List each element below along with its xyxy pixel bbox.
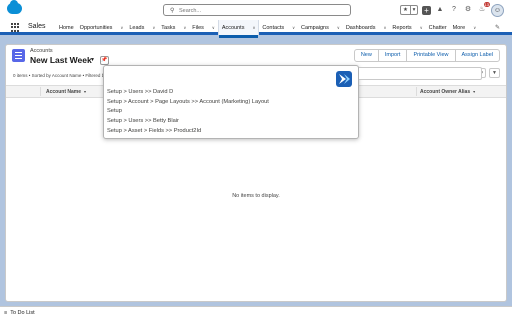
import-button[interactable]: Import (377, 50, 407, 61)
app-launcher-icon[interactable] (11, 23, 20, 32)
to-do-list-icon: ≡ (4, 310, 8, 316)
app-name: Sales (28, 23, 46, 30)
nav-item-label: Tasks (161, 24, 176, 31)
nav-item-tasks[interactable]: Tasks ∨ (158, 20, 189, 35)
column-menu-chevron-icon[interactable]: ▾ (473, 89, 475, 94)
nav-item-label: Chatter (428, 24, 447, 31)
popup-result-item[interactable]: Setup > Asset > Fields >> Product2Id (107, 127, 269, 137)
new-button[interactable]: New (355, 50, 378, 61)
setup-gear-icon[interactable]: ⚙ (463, 5, 473, 15)
popup-results-list: Setup > Users >> David D Setup > Account … (107, 88, 269, 137)
nav-item-label: Contacts (262, 24, 285, 31)
chevron-down-icon[interactable]: ∨ (420, 25, 423, 30)
search-icon: ⚲ (170, 8, 175, 14)
nav-item-label: Home (59, 24, 74, 31)
nav-item-accounts[interactable]: Accounts ∨ (217, 20, 260, 38)
nav-item-label: Files (192, 24, 204, 31)
edit-nav-pencil-icon[interactable]: ✎ (495, 24, 500, 31)
chevron-down-icon[interactable]: ∨ (183, 25, 186, 30)
popup-result-item[interactable]: Setup > Users >> Betty Blair (107, 117, 269, 127)
chevron-down-icon[interactable]: ∨ (292, 25, 295, 30)
global-search[interactable]: ⚲ (163, 4, 351, 16)
nav-item-label: More (452, 24, 466, 31)
nav-item-label: Campaigns (301, 24, 329, 31)
popup-result-item[interactable]: Setup > Account > Page Layouts >> Accoun… (107, 98, 269, 108)
popup-result-item[interactable]: Setup > Users >> David D (107, 88, 269, 98)
nav-item-leads[interactable]: Leads ∨ (126, 20, 158, 35)
nav-item-more[interactable]: More ∨ (450, 20, 479, 35)
notification-count-badge: 13 (483, 2, 490, 7)
chevron-down-icon[interactable]: ∨ (383, 25, 386, 30)
column-header-account-name[interactable]: Account Name ▾ (46, 86, 86, 97)
nav-items: Home Opportunities ∨ Leads ∨ Tasks ∨ Files ∨ Acco… (56, 20, 479, 38)
nav-item-contacts[interactable]: Contacts ∨ (259, 20, 298, 35)
list-view-name[interactable]: New Last Week (30, 55, 92, 65)
quick-search-popup: Setup > Users >> David D Setup > Account … (103, 65, 482, 139)
object-label: Accounts (30, 48, 53, 54)
assign-label-button[interactable]: Assign Label (454, 50, 499, 61)
notifications-bell-icon[interactable]: ♨ 13 (477, 2, 490, 15)
to-do-list-utility[interactable]: ≡ To Do List (4, 310, 35, 316)
extension-logo-icon[interactable] (336, 71, 352, 87)
empty-list-message: No items to display. (232, 193, 280, 199)
nav-item-label: Dashboards (345, 24, 376, 31)
utility-bar: ≡ To Do List (0, 306, 512, 320)
to-do-list-label: To Do List (10, 310, 35, 316)
accounts-object-icon (12, 49, 25, 62)
nav-item-home[interactable]: Home (56, 20, 77, 35)
salesforce-logo[interactable] (7, 0, 22, 14)
nav-item-dashboards[interactable]: Dashboards ∨ (343, 20, 390, 35)
sort-arrow-icon[interactable]: ▾ (84, 89, 86, 94)
chevron-down-icon[interactable]: ∨ (152, 25, 155, 30)
chevron-down-icon[interactable]: ∨ (212, 25, 215, 30)
user-avatar[interactable]: ☺ (491, 3, 504, 17)
nav-item-label: Opportunities (79, 24, 113, 31)
popup-result-item[interactable]: Setup (107, 107, 269, 117)
global-search-input[interactable] (179, 6, 344, 15)
nav-item-label: Accounts (221, 24, 245, 31)
printable-view-button[interactable]: Printable View (406, 50, 454, 61)
favorite-star-icon[interactable]: ★ (401, 6, 410, 14)
nav-item-files[interactable]: Files ∨ (189, 20, 218, 35)
header-icons: ★ ▾ + ▲ ? ⚙ ♨ 13 ☺ (400, 2, 504, 17)
chevron-down-icon[interactable]: ∨ (120, 25, 123, 30)
nav-item-label: Reports (392, 24, 412, 31)
chevron-down-icon[interactable]: ∨ (252, 25, 255, 30)
favorites-menu-icon[interactable]: ▾ (410, 6, 417, 14)
global-header: ⚲ ★ ▾ + ▲ ? ⚙ ♨13 ☺ (0, 0, 512, 20)
chevron-down-icon[interactable]: ∨ (337, 25, 340, 30)
app-nav-bar: Sales Home Opportunities ∨ Leads ∨ Tasks ∨ File… (0, 20, 512, 38)
nav-item-label: Leads (129, 24, 145, 31)
filter-icon[interactable]: ▼ (489, 67, 500, 78)
help-icon[interactable]: ? (449, 5, 459, 15)
nav-item-reports[interactable]: Reports ∨ (389, 20, 425, 35)
nav-item-campaigns[interactable]: Campaigns ∨ (298, 20, 343, 35)
favorites-group: ★ ▾ (400, 5, 418, 15)
chevron-down-icon[interactable]: ∨ (473, 25, 476, 30)
column-header-account-owner-alias[interactable]: Account Owner Alias ▾ (420, 86, 475, 97)
list-view-picker-chevron-icon[interactable]: ▼ (90, 57, 95, 63)
nav-item-opportunities[interactable]: Opportunities ∨ (77, 20, 127, 35)
list-view-subtitle: 0 items • Sorted by Account Name • Filte… (13, 73, 112, 78)
nav-item-chatter[interactable]: Chatter (426, 20, 450, 35)
pin-list-view-button[interactable]: 📌 (100, 56, 109, 65)
global-actions-icon[interactable]: + (422, 5, 431, 15)
list-actions: New Import Printable View Assign Label (353, 49, 500, 62)
popup-search-input[interactable] (359, 67, 482, 80)
trailhead-icon[interactable]: ▲ (435, 5, 445, 15)
